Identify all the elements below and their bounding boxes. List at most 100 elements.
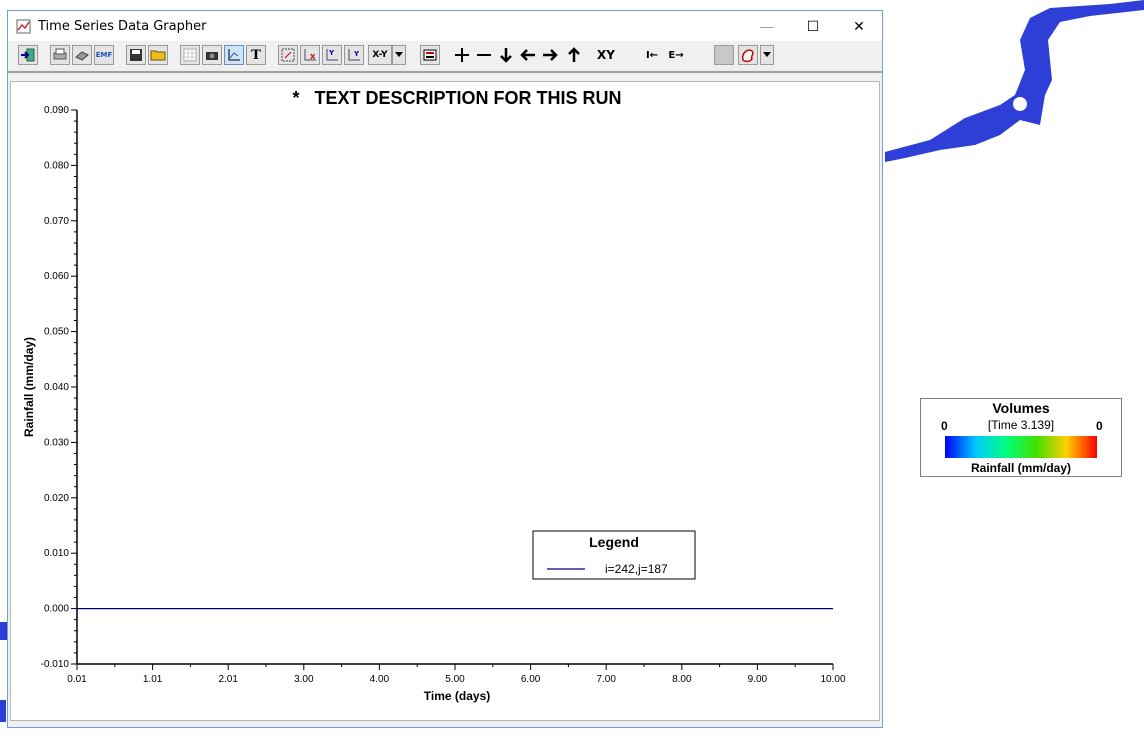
arrow-down-icon — [500, 48, 512, 63]
x-tick-label: 1.01 — [143, 674, 163, 685]
y-scale-button[interactable]: Y — [344, 45, 364, 65]
xy-icon: X-Y — [372, 50, 388, 60]
legend-entry: i=242,j=187 — [605, 562, 668, 576]
pan-right-button[interactable] — [540, 45, 560, 65]
print-button[interactable] — [72, 45, 92, 65]
printer-setup-icon — [53, 48, 67, 60]
grapher-window: Time Series Data Grapher — ☐ ✕ EMF T X Y… — [7, 10, 883, 728]
y-tick-label: 0.080 — [44, 160, 69, 171]
window-title: Time Series Data Grapher — [38, 19, 207, 34]
axis-button[interactable] — [224, 45, 244, 65]
blank-button[interactable] — [714, 45, 734, 65]
first-icon: I← — [645, 49, 659, 61]
y-tick-label: 0.020 — [44, 493, 69, 504]
close-icon: ✕ — [853, 17, 865, 34]
grid-icon — [183, 48, 197, 62]
color-button[interactable] — [738, 45, 758, 65]
colorbar-min: 0 — [941, 419, 948, 433]
camera-icon — [206, 52, 218, 60]
x-tick-label: 7.00 — [596, 674, 616, 685]
last-button[interactable]: E→ — [666, 45, 686, 65]
y-tick-label: 0.010 — [44, 548, 69, 559]
arrow-left-icon — [520, 49, 535, 61]
exit-button[interactable] — [18, 45, 38, 65]
svg-text:Y: Y — [353, 50, 360, 58]
title-bar[interactable]: Time Series Data Grapher — ☐ ✕ — [8, 11, 882, 41]
toolbar: EMF T X Y Y X-Y XY I← E→ — [8, 41, 882, 73]
minimize-button[interactable]: — — [744, 11, 790, 41]
x-tick-label: 0.01 — [67, 674, 87, 685]
y-scale-icon: Y — [348, 49, 360, 61]
colorbar-title: Volumes — [992, 400, 1050, 416]
y-tick-label: 0.090 — [44, 105, 69, 116]
camera-button[interactable] — [202, 45, 222, 65]
first-button[interactable]: I← — [642, 45, 662, 65]
y-tick-label: 0.050 — [44, 327, 69, 338]
app-icon — [16, 19, 31, 34]
x-tick-label: 2.01 — [218, 674, 238, 685]
pan-down-button[interactable] — [496, 45, 516, 65]
plot-area[interactable]: * TEXT DESCRIPTION FOR THIS RUN -0.010 0.0… — [10, 81, 880, 721]
y-tick-label: -0.010 — [41, 659, 70, 670]
river-shape — [885, 0, 1144, 162]
x-tick-label: 9.00 — [748, 674, 768, 685]
colorbar-panel: Volumes [Time 3.139] 0 0 Rainfall (mm/da… — [920, 398, 1122, 477]
y-tick-label: 0.060 — [44, 271, 69, 282]
arrow-right-icon — [543, 49, 558, 61]
river-shape-left-2 — [0, 700, 6, 722]
y-axis-label: Rainfall (mm/day) — [22, 337, 36, 437]
river-island — [1013, 97, 1027, 111]
x-tick-label: 4.00 — [370, 674, 390, 685]
export-emf-button[interactable]: EMF — [94, 45, 114, 65]
colorbar-time: [Time 3.139] — [987, 418, 1055, 432]
palette-icon — [741, 49, 754, 63]
close-button[interactable]: ✕ — [836, 11, 882, 41]
x-axis-label: Time (days) — [424, 689, 490, 703]
xy-swap-button[interactable]: XY — [596, 45, 616, 65]
pan-up-button[interactable] — [564, 45, 584, 65]
arrow-up-icon — [568, 47, 580, 62]
xy-dropdown-arrow[interactable] — [392, 45, 406, 65]
x-axis-icon: X — [304, 49, 316, 61]
zoom-box-icon — [281, 48, 295, 62]
svg-text:X: X — [310, 53, 316, 61]
text-button[interactable]: T — [246, 45, 266, 65]
zoom-out-button[interactable] — [474, 45, 494, 65]
xy-dropdown-button[interactable]: X-Y — [368, 45, 392, 65]
grid-button[interactable] — [180, 45, 200, 65]
text-icon: T — [251, 47, 261, 63]
colorbar-max: 0 — [1096, 419, 1103, 433]
xy-swap-icon: XY — [597, 48, 615, 62]
y-tick-label: 0.070 — [44, 216, 69, 227]
y-tick-label: 0.040 — [44, 382, 69, 393]
color-dropdown-arrow[interactable] — [760, 45, 774, 65]
legend-title: Legend — [589, 534, 639, 550]
emf-export-icon: EMF — [95, 51, 113, 59]
x-tick-label: 5.00 — [445, 674, 465, 685]
legend-button[interactable] — [420, 45, 440, 65]
chevron-down-icon — [763, 52, 771, 57]
colorbar-label: Rainfall (mm/day) — [970, 461, 1072, 475]
y-axis-button[interactable]: Y — [322, 45, 342, 65]
last-icon: E→ — [668, 49, 684, 61]
axis-icon — [228, 49, 240, 61]
pan-left-button[interactable] — [518, 45, 538, 65]
x-axis-button[interactable]: X — [300, 45, 320, 65]
x-tick-label: 3.00 — [294, 674, 314, 685]
open-button[interactable] — [148, 45, 168, 65]
folder-icon — [150, 50, 166, 61]
y-tick-label: 0.000 — [44, 604, 69, 615]
x-tick-label: 8.00 — [672, 674, 692, 685]
chart-title: * TEXT DESCRIPTION FOR THIS RUN — [292, 88, 621, 108]
print-setup-button[interactable] — [50, 45, 70, 65]
zoom-box-button[interactable] — [278, 45, 298, 65]
svg-text:Y: Y — [328, 49, 335, 57]
printer-icon — [75, 51, 89, 61]
zoom-in-button[interactable] — [452, 45, 472, 65]
chevron-down-icon — [395, 52, 403, 57]
save-button[interactable] — [126, 45, 146, 65]
maximize-button[interactable]: ☐ — [790, 11, 836, 41]
colorbar-gradient — [945, 436, 1097, 458]
maximize-icon: ☐ — [806, 17, 820, 34]
plus-icon — [455, 48, 469, 62]
